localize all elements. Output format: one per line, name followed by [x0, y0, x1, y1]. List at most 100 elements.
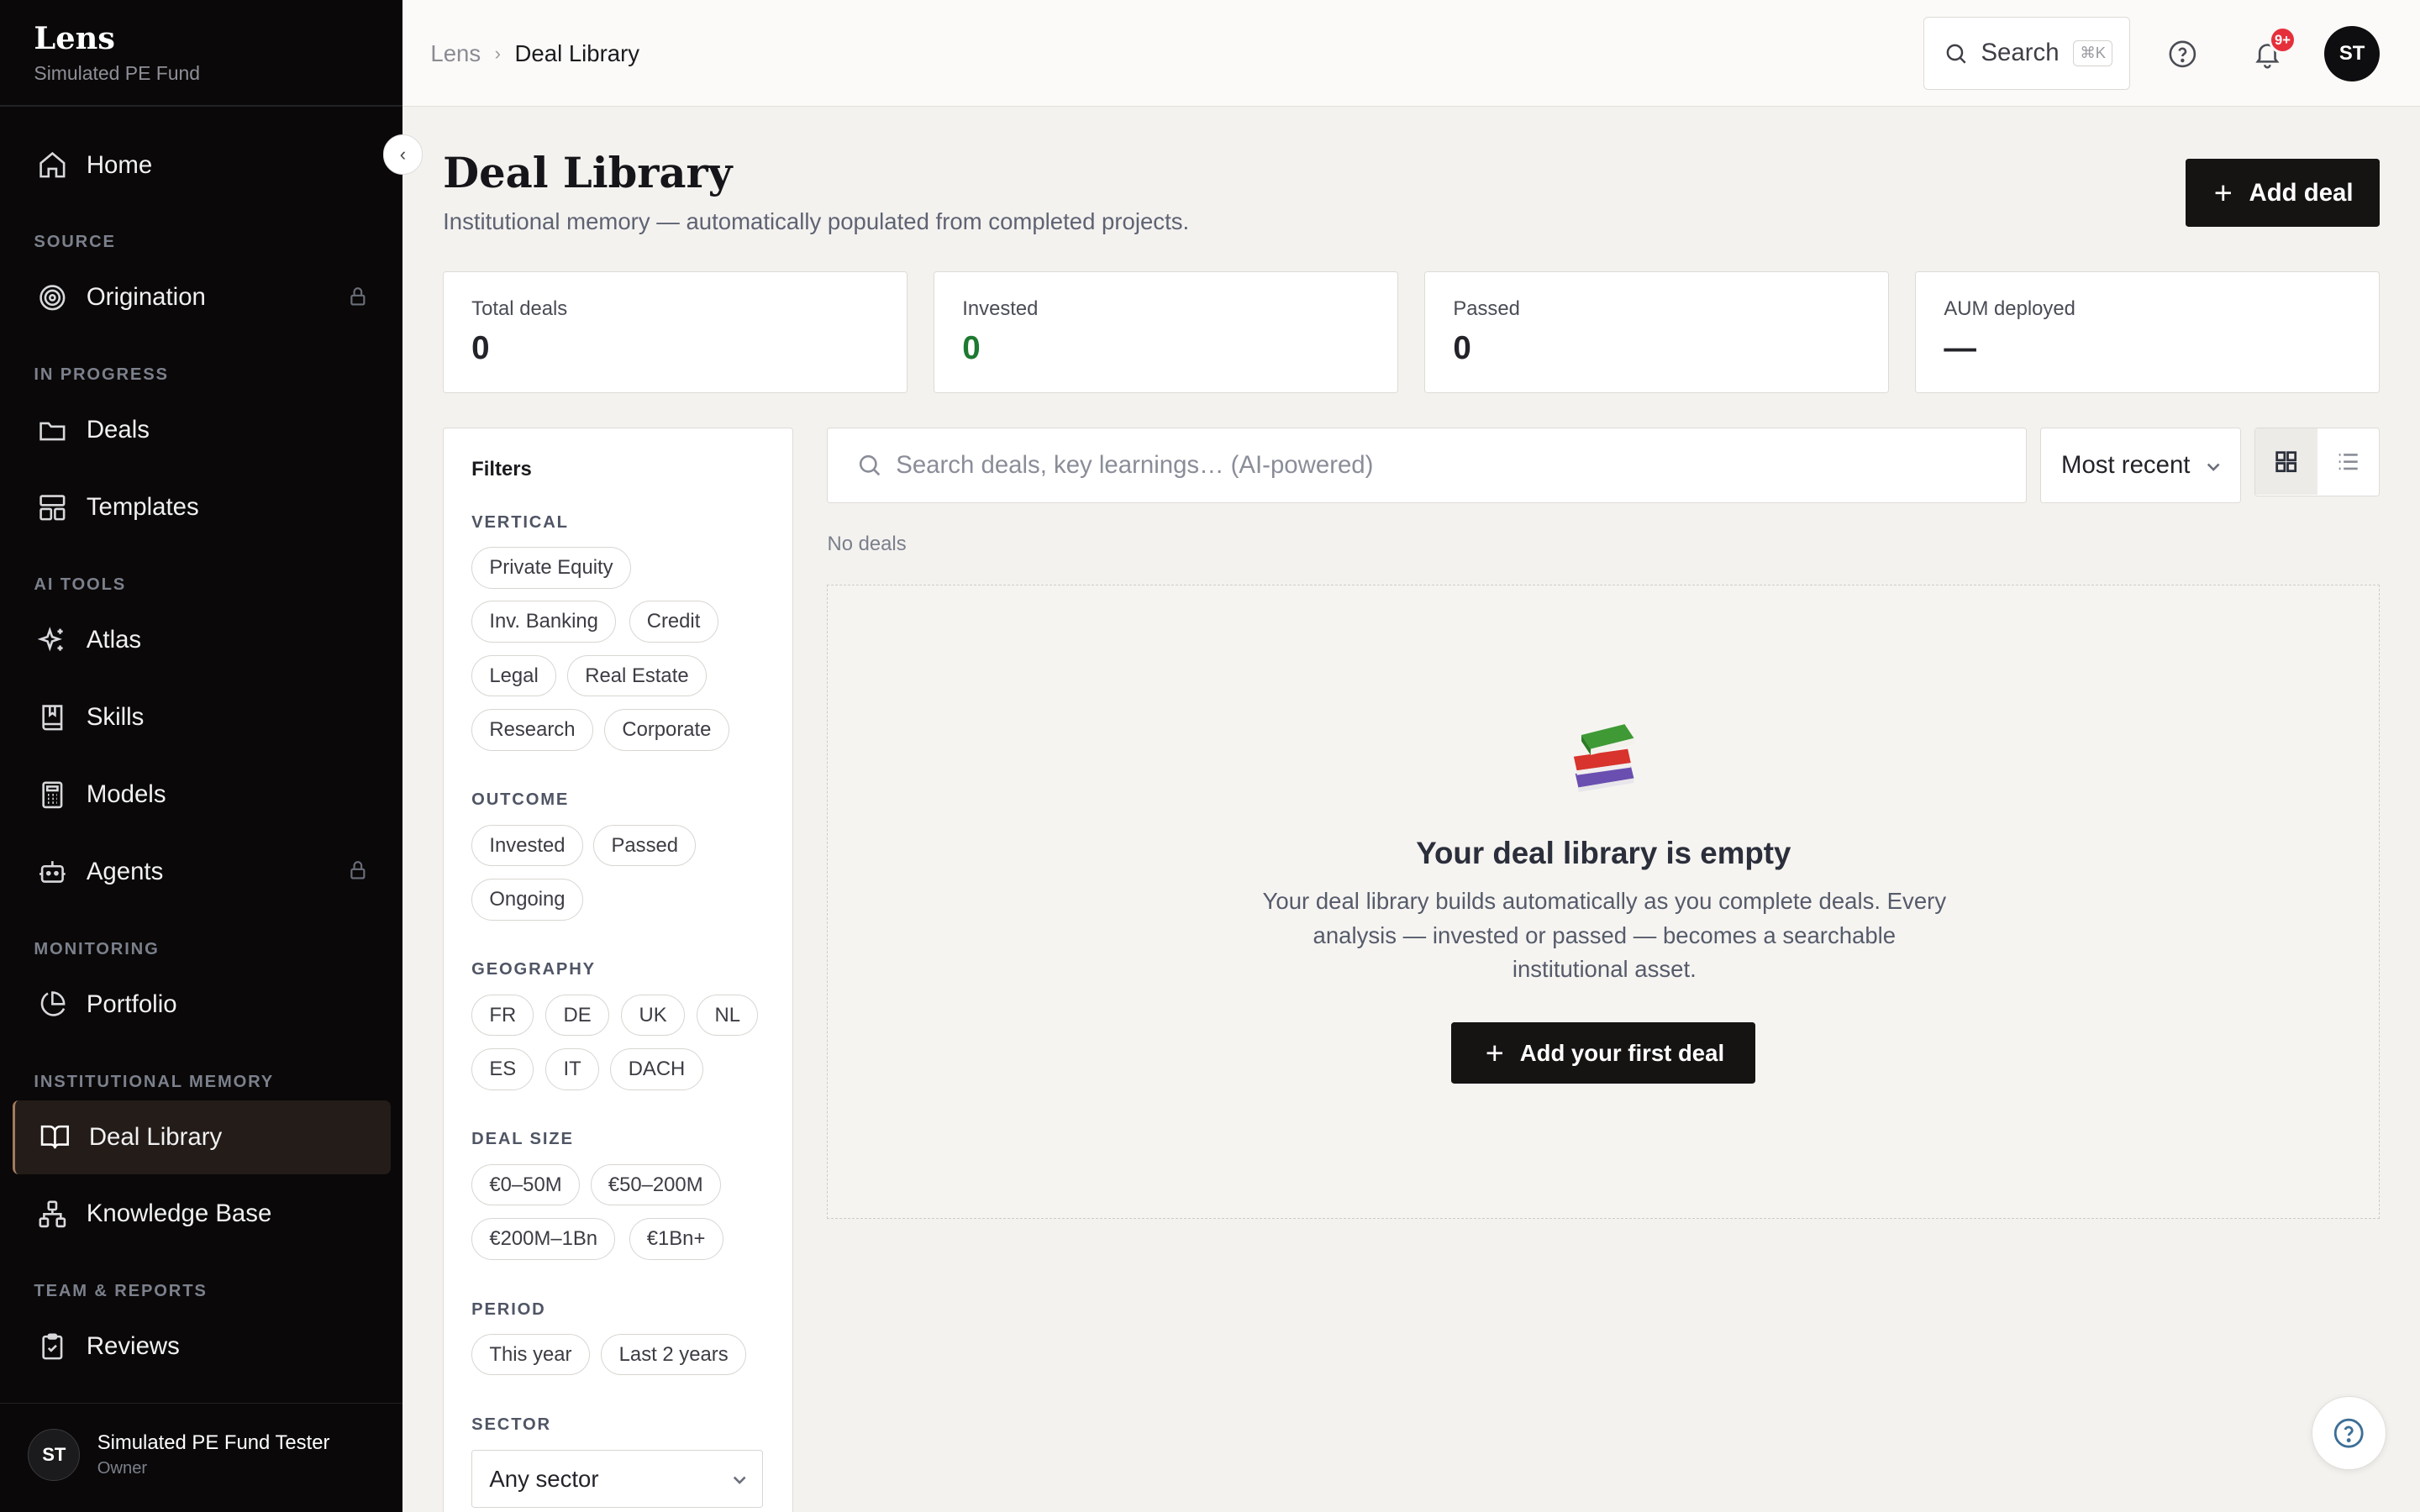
stat-passed: Passed 0 — [1424, 271, 1890, 394]
breadcrumb-current: Deal Library — [514, 39, 640, 66]
filter-chip-last-2-years[interactable]: Last 2 years — [601, 1333, 746, 1376]
avatar[interactable]: ST — [2324, 26, 2381, 82]
sort-select[interactable]: Most recent — [2040, 427, 2241, 503]
filter-chip-size-0-50m[interactable]: €0–50M — [471, 1163, 580, 1206]
deal-search-input[interactable] — [896, 450, 1976, 480]
filter-chip-uk[interactable]: UK — [621, 994, 685, 1037]
sidebar-item-reviews[interactable]: Reviews — [13, 1310, 391, 1383]
collapse-sidebar-button[interactable]: ‹ — [382, 134, 424, 175]
add-first-deal-button[interactable]: Add your first deal — [1451, 1021, 1756, 1084]
global-search-button[interactable]: Search ⌘K — [1923, 17, 2130, 90]
filter-chip-it[interactable]: IT — [545, 1048, 599, 1090]
filter-chip-ongoing[interactable]: Ongoing — [471, 879, 583, 921]
section-ai-tools: AI TOOLS — [34, 575, 127, 595]
filter-chip-this-year[interactable]: This year — [471, 1333, 590, 1376]
page-subtitle: Institutional memory — automatically pop… — [443, 207, 1190, 234]
grid-icon — [2275, 450, 2297, 472]
sidebar-item-label: Reviews — [86, 1332, 180, 1361]
sidebar-item-skills[interactable]: Skills — [13, 680, 391, 754]
stat-value: 0 — [1453, 329, 1471, 366]
filter-chip-passed[interactable]: Passed — [593, 824, 697, 867]
filter-chip-private-equity[interactable]: Private Equity — [471, 547, 631, 589]
stat-label: AUM deployed — [1944, 297, 2075, 320]
search-icon — [1947, 44, 1966, 64]
filter-chip-invested[interactable]: Invested — [471, 824, 583, 867]
chevron-down-icon — [2207, 464, 2220, 472]
books-icon — [1573, 724, 1634, 793]
filter-chip-research[interactable]: Research — [471, 709, 593, 751]
search-icon — [859, 455, 880, 476]
filter-section-vertical: VERTICAL — [471, 512, 569, 532]
filter-chip-inv-banking[interactable]: Inv. Banking — [471, 601, 617, 643]
empty-state-text: Your deal library builds automatically a… — [1262, 888, 1947, 983]
book-open-icon — [40, 1126, 70, 1149]
network-icon — [39, 1200, 66, 1228]
sidebar-item-origination[interactable]: Origination — [13, 260, 391, 334]
view-toggle — [2254, 427, 2381, 497]
section-team-reports: TEAM & REPORTS — [34, 1282, 208, 1301]
sector-select[interactable]: Any sector — [471, 1449, 764, 1509]
filter-chip-legal[interactable]: Legal — [471, 654, 556, 697]
filter-chip-de[interactable]: DE — [545, 994, 609, 1037]
filter-chip-real-estate[interactable]: Real Estate — [567, 654, 707, 697]
stat-label: Invested — [962, 297, 1039, 320]
stat-value: 0 — [962, 329, 981, 366]
sidebar-item-label: Deal Library — [88, 1122, 223, 1151]
filter-chip-size-1bn-plus[interactable]: €1Bn+ — [629, 1218, 723, 1260]
sidebar-item-portfolio[interactable]: Portfolio — [13, 968, 391, 1042]
filter-chip-corporate[interactable]: Corporate — [604, 709, 729, 751]
sector-select-value: Any sector — [489, 1465, 599, 1492]
empty-state: Your deal library is empty Your deal lib… — [827, 585, 2381, 1219]
list-view-button[interactable] — [2317, 428, 2379, 495]
help-icon[interactable] — [2167, 39, 2198, 70]
clipboard-check-icon — [42, 1333, 63, 1360]
filter-section-deal-size: DEAL SIZE — [471, 1130, 574, 1149]
sidebar-item-label: Agents — [86, 857, 164, 885]
search-label: Search — [1981, 39, 2060, 67]
sidebar-divider — [0, 1402, 403, 1404]
layout-template-icon — [39, 495, 66, 521]
section-monitoring: MONITORING — [34, 939, 160, 958]
sidebar-item-deals[interactable]: Deals — [13, 393, 391, 467]
filter-section-sector: SECTOR — [471, 1415, 551, 1435]
notification-badge: 9+ — [2268, 26, 2296, 55]
target-icon — [39, 285, 66, 311]
sidebar-item-label: Home — [86, 150, 153, 179]
lock-icon — [350, 861, 366, 879]
filters-title: Filters — [471, 457, 532, 480]
sidebar-item-label: Knowledge Base — [86, 1200, 272, 1228]
stat-aum-deployed: AUM deployed — — [1915, 271, 2381, 394]
chevron-left-icon: ‹ — [399, 143, 407, 165]
filter-chip-nl[interactable]: NL — [697, 994, 759, 1037]
section-in-progress: IN PROGRESS — [34, 365, 169, 385]
user-profile[interactable]: ST Simulated PE Fund Tester Owner — [28, 1428, 329, 1482]
help-fab-button[interactable] — [2312, 1396, 2386, 1471]
sidebar-item-label: Skills — [86, 703, 145, 732]
add-deal-button[interactable]: Add deal — [2185, 159, 2381, 227]
breadcrumb-root[interactable]: Lens — [430, 40, 481, 67]
user-avatar: ST — [28, 1428, 81, 1482]
filter-section-outcome: OUTCOME — [471, 790, 570, 810]
sidebar-item-home[interactable]: Home — [13, 128, 391, 202]
filter-chip-dach[interactable]: DACH — [610, 1048, 703, 1090]
lock-icon — [350, 286, 366, 306]
search-shortcut: ⌘K — [2073, 39, 2113, 67]
list-icon — [2338, 453, 2358, 470]
filter-chip-fr[interactable]: FR — [471, 994, 534, 1037]
filter-chip-credit[interactable]: Credit — [629, 601, 718, 643]
plus-icon — [1486, 1045, 1502, 1061]
sidebar: Lens Simulated PE Fund Home SOURCE Origi… — [0, 0, 403, 1512]
sidebar-item-atlas[interactable]: Atlas — [13, 603, 391, 677]
sidebar-item-agents[interactable]: Agents — [13, 835, 391, 909]
deal-search-bar — [827, 427, 2027, 503]
brand[interactable]: Lens Simulated PE Fund — [34, 20, 200, 85]
sidebar-item-models[interactable]: Models — [13, 758, 391, 832]
sidebar-item-knowledge-base[interactable]: Knowledge Base — [13, 1177, 391, 1251]
top-bar: Lens › Deal Library Search ⌘K 9+ ST — [402, 0, 2420, 107]
filter-chip-size-200m-1bn[interactable]: €200M–1Bn — [471, 1218, 616, 1260]
filter-chip-size-50-200m[interactable]: €50–200M — [590, 1163, 721, 1206]
sidebar-item-templates[interactable]: Templates — [13, 470, 391, 544]
filter-chip-es[interactable]: ES — [471, 1048, 534, 1090]
sidebar-item-deal-library[interactable]: Deal Library — [12, 1100, 391, 1174]
grid-view-button[interactable] — [2255, 428, 2317, 495]
